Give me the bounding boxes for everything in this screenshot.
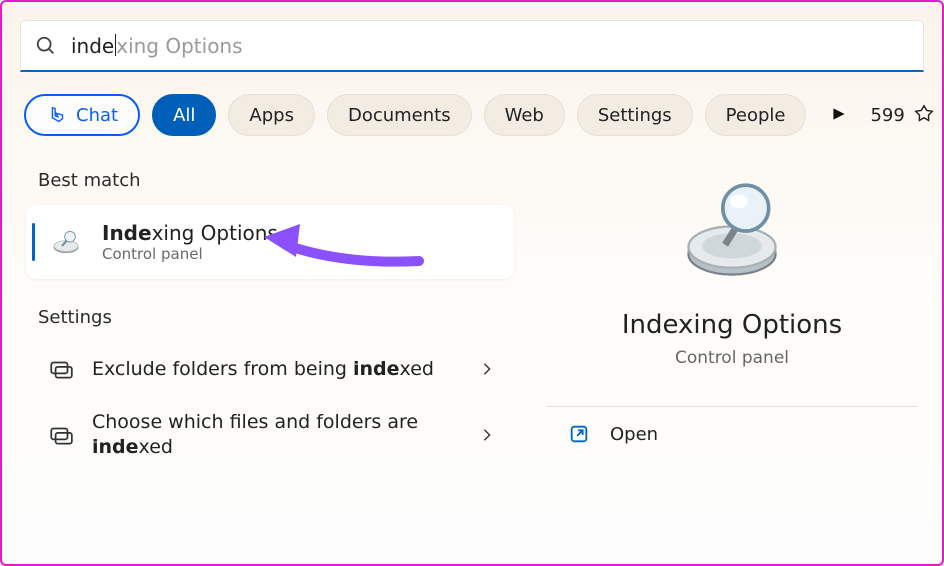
open-action[interactable]: Open [534, 423, 930, 445]
people-chip[interactable]: People [705, 94, 807, 136]
documents-chip[interactable]: Documents [327, 94, 472, 136]
setting-label: Choose which files and folders are index… [92, 410, 462, 459]
settings-chip[interactable]: Settings [577, 94, 693, 136]
setting-label: Exclude folders from being indexed [92, 357, 462, 382]
rewards-points[interactable]: 599 [870, 104, 934, 126]
preview-panel: Indexing Options Control panel Open [534, 156, 930, 473]
points-value: 599 [870, 105, 904, 126]
preview-subtitle: Control panel [675, 348, 789, 368]
best-match-title: Indexing Options [102, 221, 278, 245]
filter-row: Chat All Apps Documents Web Settings Peo… [2, 72, 942, 146]
chevron-right-icon [480, 428, 494, 442]
chat-chip[interactable]: Chat [24, 94, 140, 136]
setting-exclude-folders[interactable]: Exclude folders from being indexed [26, 342, 514, 396]
chevron-right-icon [480, 362, 494, 376]
open-label: Open [610, 424, 658, 445]
chat-label: Chat [76, 105, 118, 126]
apps-chip[interactable]: Apps [228, 94, 315, 136]
indexing-options-icon [48, 226, 84, 258]
settings-heading: Settings [14, 293, 514, 342]
more-filters-icon[interactable] [832, 106, 846, 125]
web-chip[interactable]: Web [484, 94, 565, 136]
selection-accent [32, 223, 35, 261]
search-bar[interactable]: indexing Options [20, 20, 924, 72]
preview-title: Indexing Options [622, 310, 842, 340]
preview-icon [677, 176, 787, 286]
best-match-subtitle: Control panel [102, 245, 278, 263]
setting-icon [48, 422, 74, 448]
open-icon [568, 423, 590, 445]
setting-icon [48, 356, 74, 382]
search-icon [35, 35, 57, 57]
best-match-card[interactable]: Indexing Options Control panel [26, 205, 514, 279]
best-match-heading: Best match [14, 156, 514, 205]
divider [546, 406, 918, 407]
results-left: Best match Indexing Options Control pane… [14, 156, 514, 473]
bing-icon [46, 104, 68, 126]
all-chip[interactable]: All [152, 94, 216, 136]
rewards-icon [913, 104, 935, 126]
annotation-arrow-icon [264, 215, 424, 275]
search-text: indexing Options [71, 34, 243, 58]
setting-choose-files[interactable]: Choose which files and folders are index… [26, 396, 514, 473]
results-area: Best match Indexing Options Control pane… [2, 146, 942, 473]
